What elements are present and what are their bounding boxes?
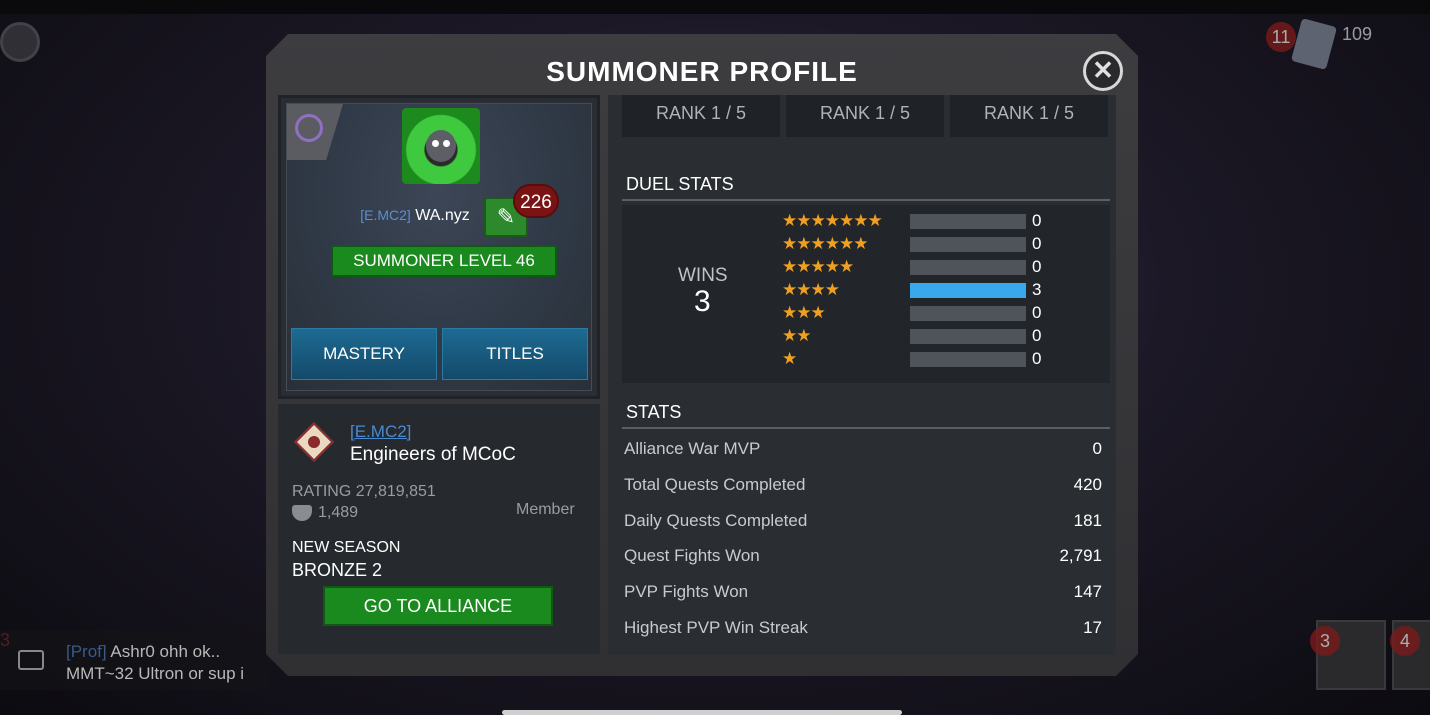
duel-count: 0 [1032, 303, 1042, 322]
stat-value: 2,791 [1059, 546, 1102, 566]
stat-value: 147 [1073, 582, 1102, 602]
stat-label: Highest PVP Win Streak [624, 618, 808, 637]
top-notification-badge: 11 [1266, 22, 1296, 52]
stat-label: Alliance War MVP [624, 439, 761, 458]
stat-label: Total Quests Completed [624, 474, 806, 494]
divider [622, 199, 1110, 201]
stat-value: 17 [1083, 618, 1102, 637]
chat-icon[interactable] [18, 650, 44, 670]
chat-line-2: MMT~32 Ultron or sup i [66, 664, 245, 683]
pencil-icon: ✎ [496, 204, 516, 229]
edit-count-badge: 226 [513, 184, 559, 218]
member-count-value: 1,489 [318, 504, 359, 521]
duel-bar [910, 329, 1026, 344]
home-indicator [502, 710, 902, 715]
duel-count: 0 [1032, 349, 1042, 368]
stat-value: 181 [1073, 510, 1102, 530]
alliance-info-panel: [E.MC2] Engineers of MCoC RATING 27,819,… [278, 404, 600, 654]
star-rating-icon: ★★ [782, 326, 811, 345]
stat-row: PVP Fights Won 147 [624, 582, 1102, 602]
card-icon [1290, 18, 1338, 70]
duel-count: 0 [1032, 234, 1042, 253]
go-to-alliance-button[interactable]: GO TO ALLIANCE [323, 586, 553, 626]
season-label: NEW SEASON [292, 539, 401, 556]
chat-line-1-text: Ashr0 ohh ok.. [110, 642, 221, 661]
alliance-emblem-icon [287, 104, 343, 160]
top-currency-counter: 109 [1342, 24, 1373, 44]
mastery-button[interactable]: MASTERY [291, 328, 437, 380]
summoner-avatar[interactable] [402, 108, 480, 184]
summoner-level-badge: SUMMONER LEVEL 46 [331, 245, 557, 277]
wins-label: WINS [678, 265, 728, 286]
duel-bar [910, 352, 1026, 367]
alliance-icon [294, 422, 334, 462]
profile-card-inner: [E.MC2] WA.nyz ✎ 226 SUMMONER LEVEL 46 M… [286, 103, 592, 391]
stat-label: PVP Fights Won [624, 582, 749, 602]
avatar-face [426, 130, 456, 162]
duel-count: 3 [1032, 280, 1042, 299]
alliance-name: Engineers of MCoC [350, 444, 516, 465]
divider [622, 427, 1110, 429]
shield-icon [292, 504, 312, 521]
quests-badge: 3 [1310, 626, 1340, 656]
member-role: Member [516, 501, 575, 518]
settings-gear-icon[interactable] [0, 22, 40, 62]
stat-row: Daily Quests Completed 181 [624, 511, 1102, 531]
inventory-badge: 4 [1390, 626, 1420, 656]
top-bar [0, 0, 1430, 14]
stats-panel: RANK 1 / 5 RANK 1 / 5 RANK 1 / 5 DUEL ST… [608, 95, 1116, 655]
wins-value: 3 [694, 285, 711, 318]
chat-preview[interactable]: [Prof] Ashr0 ohh ok.. MMT~32 Ultron or s… [0, 630, 270, 690]
modal-title: SUMMONER PROFILE [546, 56, 858, 87]
season-value: BRONZE 2 [292, 560, 383, 580]
duel-stats-title: DUEL STATS [626, 174, 734, 194]
duel-count: 0 [1032, 211, 1042, 230]
summoner-name-text: WA.nyz [415, 207, 470, 224]
stat-label: Daily Quests Completed [624, 510, 808, 530]
alliance-tag-link[interactable]: [E.MC2] [350, 422, 411, 442]
summoner-profile-modal: SUMMONER PROFILE ✕ [E.MC2] WA.nyz ✎ 226 … [266, 34, 1138, 676]
alliance-rating: RATING 27,819,851 [292, 483, 436, 500]
profile-card: [E.MC2] WA.nyz ✎ 226 SUMMONER LEVEL 46 M… [278, 95, 600, 399]
rank-tab-1[interactable]: RANK 1 / 5 [622, 95, 780, 137]
star-rating-icon: ★ [782, 349, 797, 368]
rank-tab-2[interactable]: RANK 1 / 5 [786, 95, 944, 137]
duel-bar [910, 306, 1026, 321]
duel-bar [910, 283, 1026, 298]
duel-bar [910, 214, 1026, 229]
close-icon[interactable]: ✕ [1083, 51, 1123, 91]
stat-value: 420 [1073, 474, 1102, 494]
chat-line-1-tag: [Prof] [66, 642, 107, 661]
chat-line-1: [Prof] Ashr0 ohh ok.. [66, 642, 220, 662]
duel-count: 0 [1032, 257, 1042, 276]
stat-label: Quest Fights Won [624, 546, 760, 566]
star-rating-icon: ★★★★★★★ [782, 211, 883, 230]
stat-row: Alliance War MVP 0 [624, 439, 1102, 459]
titles-button[interactable]: TITLES [442, 328, 588, 380]
alliance-member-count: 1,489 [292, 504, 358, 522]
star-rating-icon: ★★★ [782, 303, 826, 322]
star-rating-icon: ★★★★★ [782, 257, 854, 276]
stat-row: Quest Fights Won 2,791 [624, 546, 1102, 566]
star-rating-icon: ★★★★★★ [782, 234, 868, 253]
stat-row: Highest PVP Win Streak 17 [624, 618, 1102, 638]
duel-bar [910, 237, 1026, 252]
duel-stats-box: WINS 3 ★★★★★★★ 0 ★★★★★★ 0 ★★★★★ 0 ★★★★ 3 ★★★ 0 ★★ 0… [622, 205, 1110, 383]
rank-tab-3[interactable]: RANK 1 / 5 [950, 95, 1108, 137]
summoner-alliance-tag: [E.MC2] [360, 207, 411, 223]
duel-bar-fill [910, 283, 1026, 298]
star-rating-icon: ★★★★ [782, 280, 840, 299]
duel-count: 0 [1032, 326, 1042, 345]
duel-bar [910, 260, 1026, 275]
stats-title: STATS [626, 402, 682, 422]
stat-row: Total Quests Completed 420 [624, 475, 1102, 495]
stat-value: 0 [1092, 439, 1102, 458]
